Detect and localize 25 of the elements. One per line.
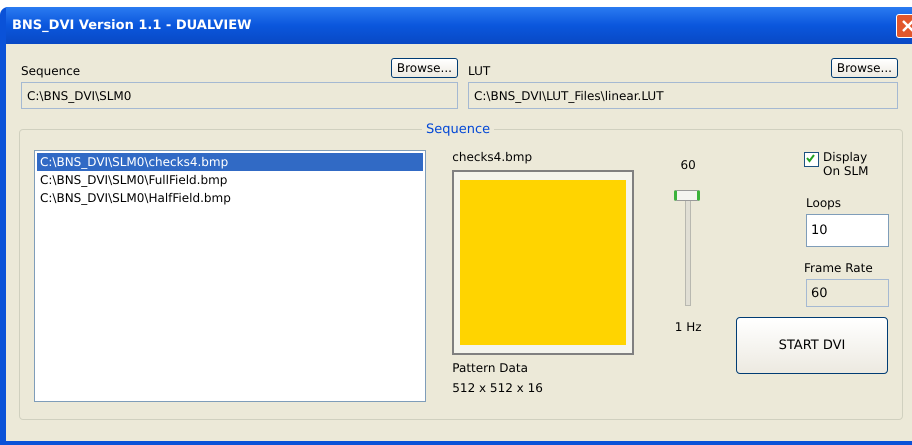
list-item[interactable]: C:\BNS_DVI\SLM0\checks4.bmp xyxy=(37,153,424,171)
frame-rate-field: 60 xyxy=(806,279,889,307)
display-checkbox[interactable] xyxy=(804,152,819,167)
pattern-label: Pattern Data xyxy=(452,361,529,375)
list-item[interactable]: C:\BNS_DVI\SLM0\HalfField.bmp xyxy=(37,189,424,207)
loops-field[interactable]: 10 xyxy=(806,214,889,247)
slider-thumb[interactable] xyxy=(674,190,700,201)
browse-button[interactable]: Browse... xyxy=(390,58,458,78)
path-field: C:\BNS_DVI\SLM0 xyxy=(21,82,458,109)
field-label: LUT xyxy=(468,64,490,78)
start-button[interactable]: START DVI xyxy=(736,317,888,374)
loops-label: Loops xyxy=(806,196,842,210)
pattern-size: 512 x 512 x 16 xyxy=(452,381,544,395)
slider-max-label: 60 xyxy=(680,158,696,172)
slider-min-label: 1 Hz xyxy=(674,320,702,334)
list-item[interactable]: C:\BNS_DVI\SLM0\FullField.bmp xyxy=(37,171,424,189)
browse-button[interactable]: Browse... xyxy=(830,58,898,78)
preview-name: checks4.bmp xyxy=(452,150,534,164)
window-title: BNS_DVI Version 1.1 - DUALVIEW xyxy=(11,18,252,33)
close-icon xyxy=(901,18,912,32)
checkbox-label: Display On SLM xyxy=(823,150,870,178)
frame-rate-label: Frame Rate xyxy=(804,261,874,275)
group-title: Sequence xyxy=(422,122,494,137)
path-field: C:\BNS_DVI\LUT_Files\linear.LUT xyxy=(468,82,898,109)
field-label: Sequence xyxy=(21,64,80,78)
